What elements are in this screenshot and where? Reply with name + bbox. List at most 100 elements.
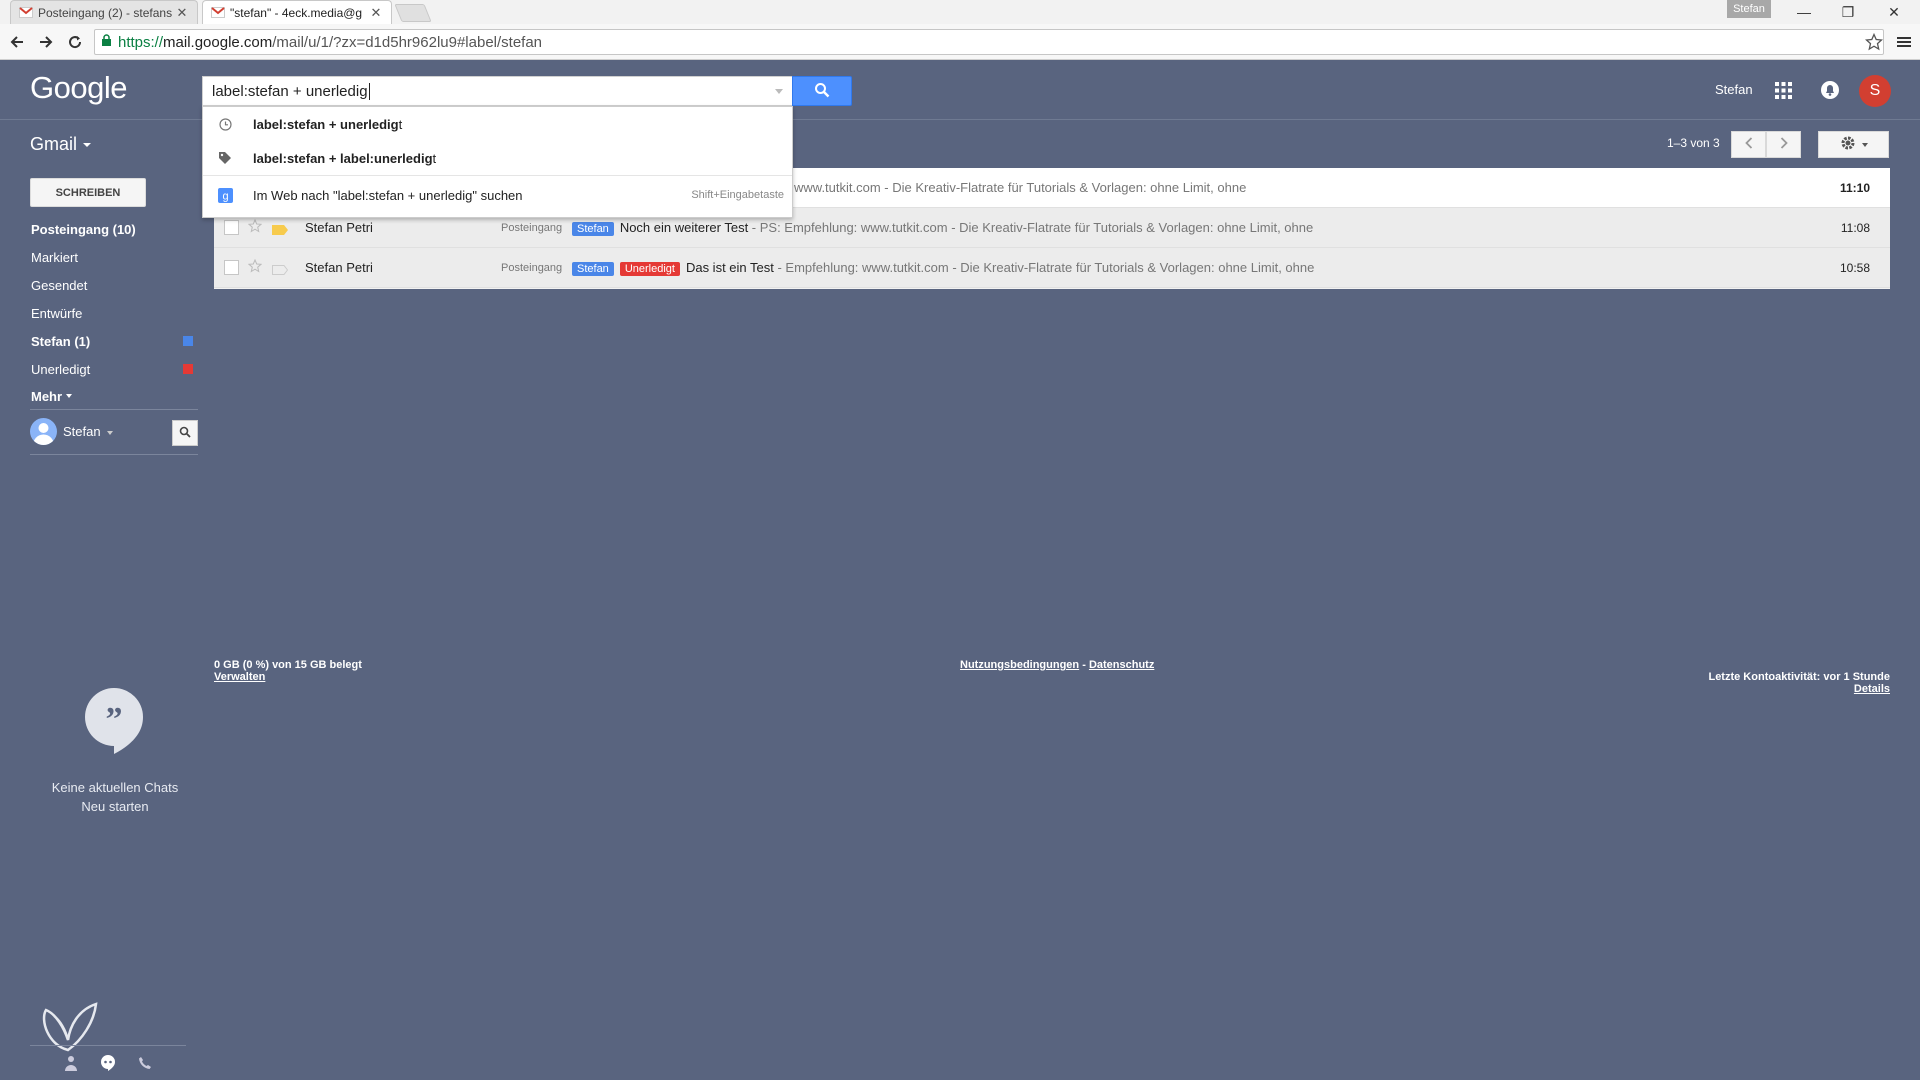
hangouts-search-button[interactable] <box>172 420 198 446</box>
star-icon[interactable] <box>247 218 263 236</box>
phone-icon[interactable] <box>134 1052 156 1074</box>
url-scheme: https:// <box>118 33 164 51</box>
older-button[interactable] <box>1766 131 1801 158</box>
back-icon[interactable] <box>5 30 29 54</box>
nav-item-inbox[interactable]: Posteingang (10) <box>31 219 201 239</box>
label-chip[interactable]: Stefan <box>572 261 614 276</box>
clock-icon <box>217 116 233 132</box>
nav-item-label: Markiert <box>31 249 78 265</box>
importance-marker-icon[interactable] <box>272 263 289 275</box>
apps-grid-icon[interactable] <box>1775 82 1792 99</box>
menu-icon[interactable] <box>1892 30 1916 54</box>
contacts-icon[interactable] <box>60 1052 82 1074</box>
row-checkbox[interactable] <box>224 260 239 275</box>
hangouts-chat-icon[interactable] <box>97 1052 119 1074</box>
nav-item-label-unerledigt[interactable]: Unerledigt <box>31 359 201 379</box>
gmail-icon <box>211 6 225 20</box>
settings-button[interactable] <box>1818 131 1889 158</box>
suggestion-text: label:stefan + unerledigt <box>253 117 402 132</box>
activity-text: Letzte Kontoaktivität: vor 1 Stunde <box>1708 671 1890 683</box>
account-avatar[interactable]: S <box>1859 75 1891 107</box>
nav-item-label-stefan[interactable]: Stefan (1) <box>31 331 201 351</box>
search-button[interactable] <box>792 76 852 106</box>
nav-divider <box>30 409 198 410</box>
nav-item-sent[interactable]: Gesendet <box>31 275 201 295</box>
message-subject: Noch ein weiterer Test <box>619 219 749 235</box>
web-search-suggestion[interactable]: g Im Web nach "label:stefan + unerledig"… <box>203 176 792 214</box>
minimize-icon[interactable]: — <box>1782 0 1826 24</box>
profile-badge[interactable]: Stefan <box>1727 0 1771 18</box>
restore-icon[interactable]: ❐ <box>1826 0 1870 24</box>
suggestion-item[interactable]: label:stefan + label:unerledigt <box>203 141 792 175</box>
hangouts-avatar[interactable] <box>30 418 57 445</box>
reload-icon[interactable] <box>63 30 87 54</box>
butterfly-watermark-icon <box>38 1000 100 1056</box>
privacy-link[interactable]: Datenschutz <box>1089 659 1154 671</box>
message-snippet: - Empfehlung: www.tutkit.com - Die Kreat… <box>773 259 1315 275</box>
message-sender: Stefan Petri <box>305 220 373 235</box>
storage-text: 0 GB (0 %) von 15 GB belegt <box>214 659 362 671</box>
footer-separator: - <box>1079 659 1089 671</box>
gmail-label: Gmail <box>30 134 78 154</box>
search-options-caret-icon[interactable] <box>775 89 783 94</box>
svg-text:”: ” <box>106 701 123 738</box>
nav-item-more[interactable]: Mehr <box>31 386 201 406</box>
google-logo[interactable]: Google <box>30 70 127 106</box>
activity-details-link[interactable]: Details <box>1650 683 1890 695</box>
message-preview: www.tutkit.com - Die Kreativ-Flatrate fü… <box>794 180 1246 195</box>
search-input-value: label:stefan + unerledig <box>212 82 368 100</box>
message-preview: Stefan Unerledigt Das ist ein Test - Empfe… <box>572 260 1314 276</box>
manage-storage-link[interactable]: Verwalten <box>214 671 362 683</box>
footer-links: Nutzungsbedingungen - Datenschutz <box>960 659 1154 671</box>
message-subject: Das ist ein Test <box>685 259 774 275</box>
message-time: 10:58 <box>1839 260 1870 275</box>
search-input[interactable]: label:stefan + unerledig <box>202 76 793 106</box>
search-suggestions-dropdown: label:stefan + unerledigt label:stefan +… <box>202 106 793 218</box>
chevron-right-icon <box>1780 137 1788 152</box>
star-icon[interactable] <box>247 258 263 276</box>
header-user-name[interactable]: Stefan <box>1715 82 1753 97</box>
label-chip[interactable]: Unerledigt <box>619 261 680 276</box>
message-preview: Stefan Noch ein weiterer Test - PS: Empfe… <box>572 220 1313 236</box>
message-time: 11:10 <box>1839 180 1870 195</box>
nav-item-starred[interactable]: Markiert <box>31 247 201 267</box>
window-close-icon[interactable]: ✕ <box>1872 0 1916 24</box>
label-chip[interactable]: Stefan <box>572 221 614 236</box>
browser-tab-active[interactable]: "stefan" - 4eck.media@g ✕ <box>202 0 392 24</box>
chat-start-link[interactable]: Neu starten <box>30 797 200 816</box>
nav-item-label: Entwürfe <box>31 305 83 321</box>
hangouts-quote-bubble-icon: ” <box>83 686 145 756</box>
pager-count: 1–3 von 3 <box>1667 136 1720 150</box>
chevron-down-icon <box>66 394 73 398</box>
gmail-icon <box>19 6 33 20</box>
browser-tab[interactable]: Posteingang (2) - stefans ✕ <box>10 0 198 24</box>
tab-title: "stefan" - 4eck.media@g <box>230 5 363 20</box>
nav-item-label: Posteingang (10) <box>31 221 136 237</box>
gmail-menu[interactable]: Gmail <box>30 134 92 155</box>
suggestion-text: label:stefan + label:unerledigt <box>253 151 436 166</box>
search-icon <box>814 82 830 101</box>
tag-icon <box>217 150 233 166</box>
address-bar[interactable]: https://mail.google.com/mail/u/1/?zx=d1d… <box>94 29 1884 55</box>
close-icon[interactable]: ✕ <box>369 5 383 21</box>
row-checkbox[interactable] <box>224 220 239 235</box>
notifications-bell-icon[interactable] <box>1820 80 1840 100</box>
nav-item-drafts[interactable]: Entwürfe <box>31 303 201 323</box>
importance-marker-icon[interactable] <box>272 223 288 235</box>
message-snippet: www.tutkit.com - Die Kreativ-Flatrate fü… <box>794 180 1247 195</box>
close-icon[interactable]: ✕ <box>175 5 189 21</box>
chevron-left-icon <box>1744 137 1753 152</box>
bookmark-star-icon[interactable] <box>1862 30 1886 54</box>
nav-item-label: Unerledigt <box>31 361 91 377</box>
message-row[interactable]: Stefan Petri Posteingang Stefan Unerledig… <box>214 248 1890 288</box>
browser-tabstrip: Posteingang (2) - stefans ✕ "stefan" - 4… <box>0 0 1920 24</box>
suggestion-item[interactable]: label:stefan + unerledigt <box>203 107 792 141</box>
hangouts-user-menu[interactable]: Stefan <box>63 424 113 439</box>
new-tab-button[interactable] <box>394 4 432 22</box>
suggestion-bold: label:stefan + label:unerledig <box>253 150 433 166</box>
newer-button[interactable] <box>1731 131 1766 158</box>
hangouts-user-name: Stefan <box>63 424 101 439</box>
forward-icon[interactable] <box>34 30 58 54</box>
terms-link[interactable]: Nutzungsbedingungen <box>960 659 1079 671</box>
compose-button[interactable]: SCHREIBEN <box>30 178 146 207</box>
